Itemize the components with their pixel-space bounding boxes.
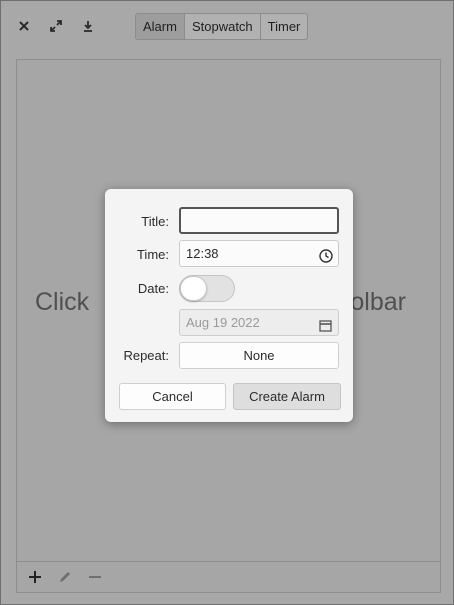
create-alarm-button[interactable]: Create Alarm — [233, 383, 341, 410]
view-switcher: Alarm Stopwatch Timer — [135, 13, 309, 40]
tab-stopwatch[interactable]: Stopwatch — [185, 14, 261, 39]
action-bar — [16, 562, 441, 593]
new-alarm-dialog: Title: Time: 12:38 Date: Aug 19 2022 Rep… — [105, 189, 353, 422]
add-icon[interactable] — [25, 567, 45, 587]
edit-icon[interactable] — [55, 567, 75, 587]
tab-timer[interactable]: Timer — [261, 14, 308, 39]
date-field: Aug 19 2022 — [179, 309, 339, 336]
repeat-label: Repeat: — [123, 348, 169, 363]
date-value: Aug 19 2022 — [186, 315, 260, 330]
maximize-icon[interactable] — [45, 15, 67, 37]
empty-state-text-left: Click — [35, 288, 90, 316]
calendar-icon — [319, 315, 333, 332]
repeat-selector[interactable]: None — [179, 342, 339, 369]
empty-state-text-right: olbar — [350, 288, 406, 316]
clock-icon[interactable] — [319, 246, 333, 263]
close-icon[interactable] — [13, 15, 35, 37]
download-icon[interactable] — [77, 15, 99, 37]
tab-alarm[interactable]: Alarm — [136, 14, 185, 39]
time-field[interactable]: 12:38 — [179, 240, 339, 267]
cancel-button[interactable]: Cancel — [119, 383, 226, 410]
toggle-knob — [180, 276, 207, 301]
remove-icon[interactable] — [85, 567, 105, 587]
date-label: Date: — [137, 281, 169, 296]
title-label: Title: — [141, 214, 169, 229]
title-input[interactable] — [179, 207, 339, 234]
time-value: 12:38 — [186, 246, 219, 261]
app-window: Alarm Stopwatch Timer Click olbar Title:… — [0, 0, 454, 605]
time-label: Time: — [136, 247, 169, 262]
date-toggle[interactable] — [179, 275, 235, 302]
